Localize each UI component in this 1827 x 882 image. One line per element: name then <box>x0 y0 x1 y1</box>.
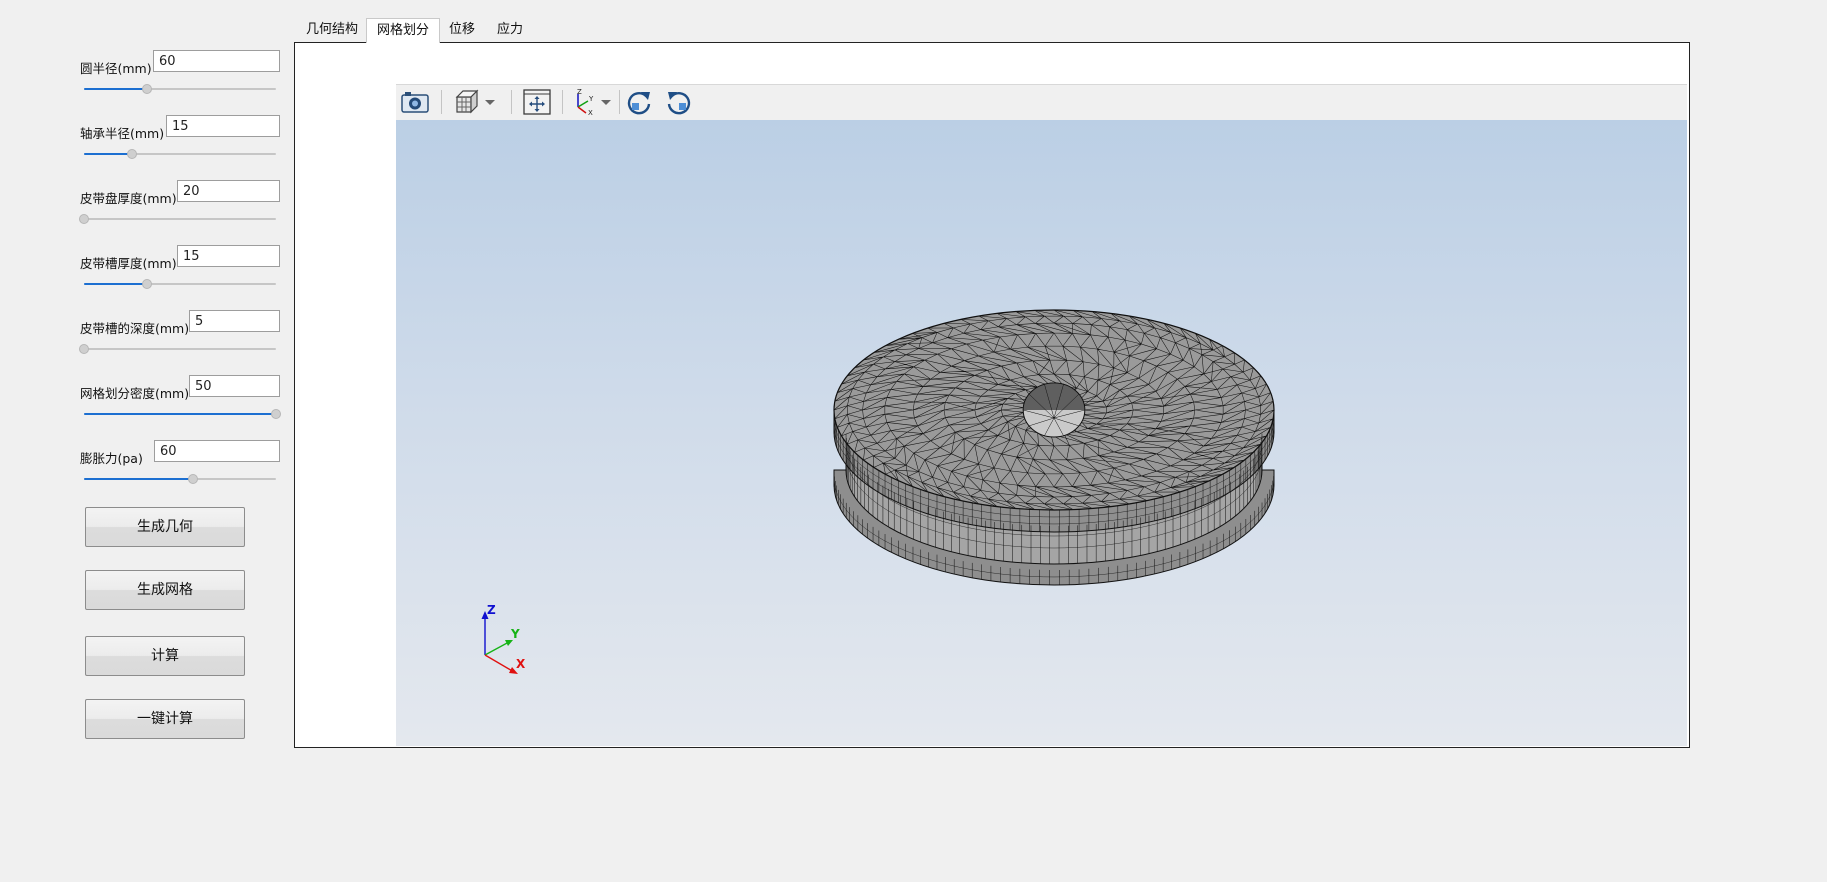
param-label: 网格划分密度(mm) <box>80 386 190 401</box>
axes-triad: Z Y X <box>481 603 526 674</box>
mesh-density-slider[interactable] <box>84 409 281 419</box>
tab-meshing[interactable]: 网格划分 <box>366 18 441 43</box>
groove-thickness-slider[interactable] <box>84 279 276 289</box>
axis-label-y: Y <box>510 627 520 641</box>
svg-text:Z: Z <box>577 88 582 96</box>
circle-radius-slider[interactable] <box>84 84 276 94</box>
slider-handle[interactable] <box>142 84 153 94</box>
slider-handle[interactable] <box>188 474 199 484</box>
rotate-clockwise-icon[interactable] <box>624 88 654 116</box>
axis-label-x: X <box>516 657 526 671</box>
param-expansion-force: 膨胀力(pa) <box>80 440 280 490</box>
slider-handle[interactable] <box>79 344 89 354</box>
groove-depth-input[interactable] <box>189 310 280 332</box>
fit-view-icon[interactable] <box>522 88 552 116</box>
param-groove-thickness: 皮带槽厚度(mm) <box>80 245 280 295</box>
svg-text:X: X <box>588 109 593 116</box>
view-cube-icon[interactable] <box>452 88 482 116</box>
param-label: 皮带盘厚度(mm) <box>80 191 177 206</box>
slider-handle[interactable] <box>271 409 281 419</box>
param-bearing-radius: 轴承半径(mm) <box>80 115 280 165</box>
param-pulley-thickness: 皮带盘厚度(mm) <box>79 180 280 230</box>
circle-radius-input[interactable] <box>153 50 280 72</box>
svg-text:Y: Y <box>588 95 594 103</box>
param-label: 圆半径(mm) <box>80 61 152 76</box>
expansion-force-input[interactable] <box>154 440 280 462</box>
generate-geometry-button[interactable]: 生成几何 <box>85 507 245 547</box>
3d-viewport[interactable]: Z Y X <box>396 120 1687 746</box>
param-label: 轴承半径(mm) <box>80 126 165 141</box>
param-label: 皮带槽的深度(mm) <box>80 321 190 336</box>
camera-icon[interactable] <box>400 88 430 116</box>
pulley-mesh-model <box>833 309 1275 586</box>
compute-button[interactable]: 计算 <box>85 636 245 676</box>
view-toolbar: Z Y X <box>396 84 1687 121</box>
groove-thickness-input[interactable] <box>177 245 280 267</box>
tab-stress[interactable]: 应力 <box>487 18 533 42</box>
slider-handle[interactable] <box>127 149 137 159</box>
bearing-radius-slider[interactable] <box>84 149 276 159</box>
param-label: 膨胀力(pa) <box>80 451 143 466</box>
dropdown-arrow-icon[interactable] <box>484 88 496 116</box>
axis-label-z: Z <box>487 603 496 617</box>
rotate-counterclockwise-icon[interactable] <box>664 88 694 116</box>
param-circle-radius: 圆半径(mm) <box>80 50 280 100</box>
generate-mesh-button[interactable]: 生成网格 <box>85 570 245 610</box>
tab-displacement[interactable]: 位移 <box>439 18 485 42</box>
param-mesh-density: 网格划分密度(mm) <box>80 375 281 425</box>
pulley-thickness-slider[interactable] <box>79 214 276 224</box>
param-groove-depth: 皮带槽的深度(mm) <box>79 310 280 360</box>
slider-handle[interactable] <box>142 279 153 289</box>
pulley-thickness-input[interactable] <box>177 180 280 202</box>
one-click-compute-button[interactable]: 一键计算 <box>85 699 245 739</box>
slider-handle[interactable] <box>79 214 89 224</box>
param-label: 皮带槽厚度(mm) <box>80 256 177 271</box>
expansion-force-slider[interactable] <box>84 474 276 484</box>
mesh-density-input[interactable] <box>189 375 280 397</box>
bearing-radius-input[interactable] <box>166 115 280 137</box>
tab-geometry[interactable]: 几何结构 <box>296 18 368 42</box>
dropdown-arrow-icon[interactable] <box>600 88 612 116</box>
axes-orientation-icon[interactable]: Z Y X <box>568 88 600 116</box>
groove-depth-slider[interactable] <box>79 344 276 354</box>
